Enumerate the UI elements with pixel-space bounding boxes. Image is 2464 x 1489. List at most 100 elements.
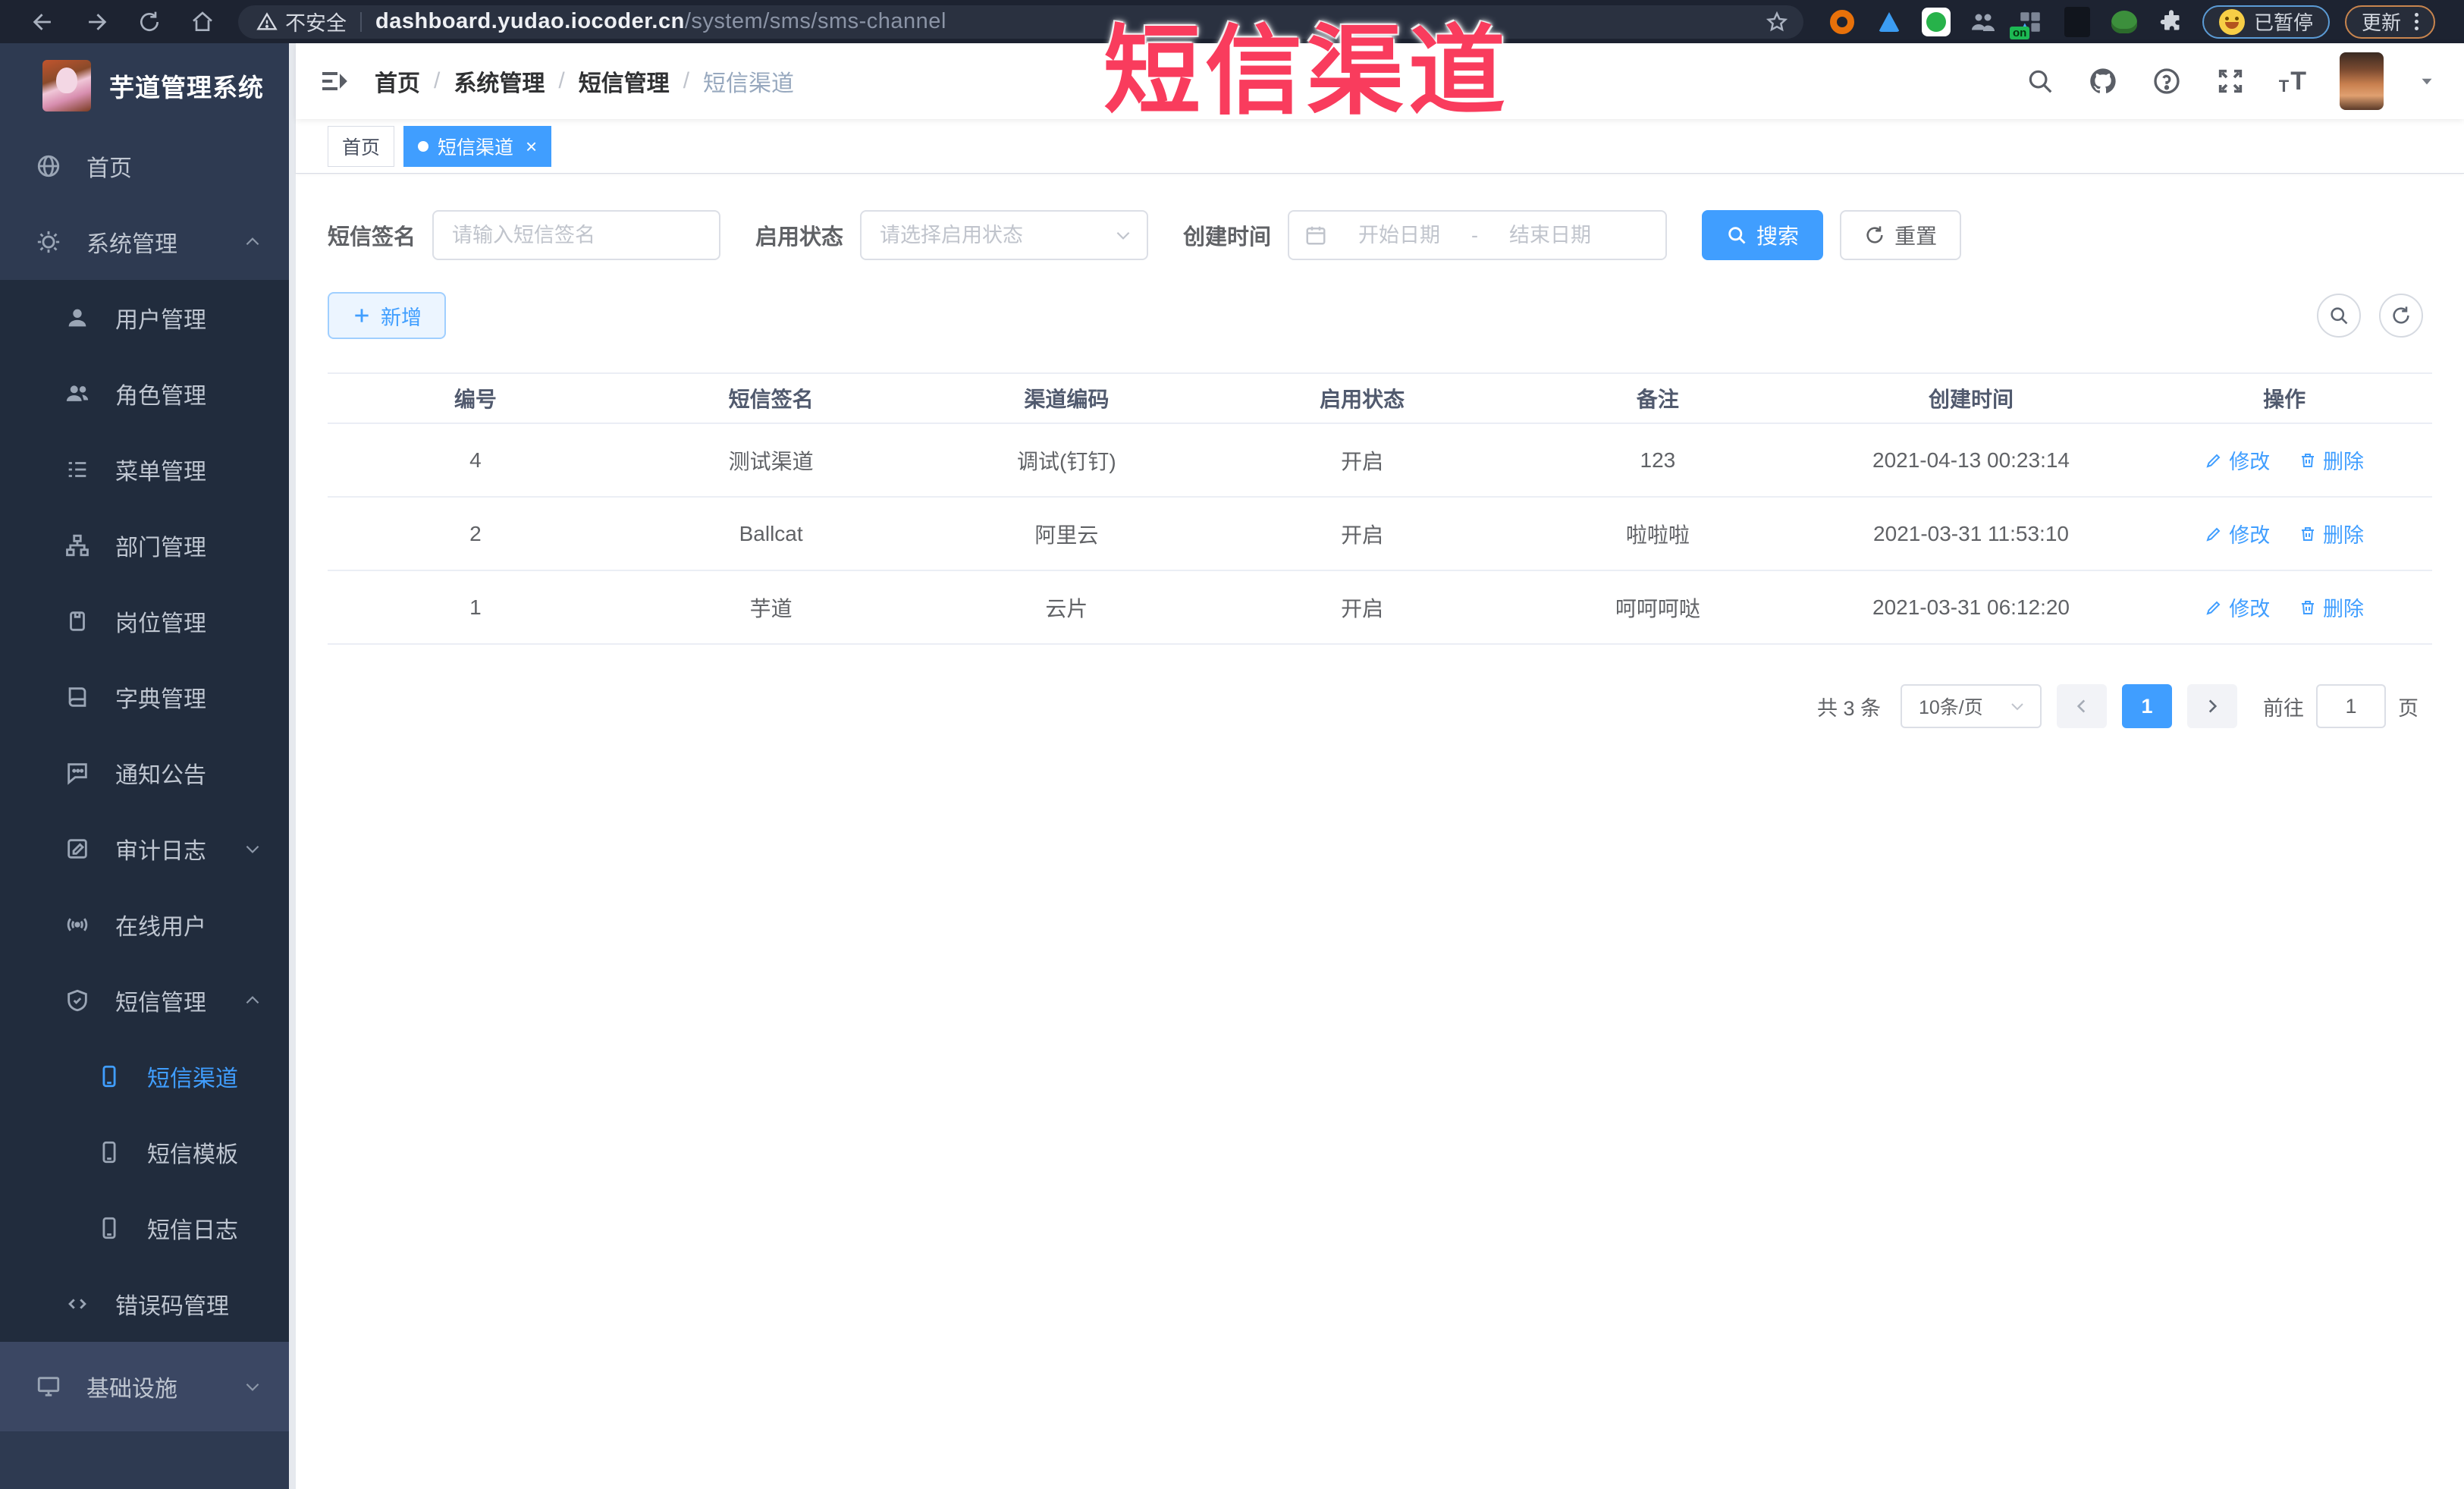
sidebar-item-notices[interactable]: 通知公告 [0,735,296,811]
sidebar-item-posts[interactable]: 岗位管理 [0,583,296,659]
sidebar-item-sms-log[interactable]: 短信日志 [0,1190,296,1266]
sidebar-item-online-users[interactable]: 在线用户 [0,887,296,963]
sidebar-item-departments[interactable]: 部门管理 [0,507,296,583]
extension-on-badge-icon[interactable]: on [2010,6,2046,39]
paused-extension-pill[interactable]: 已暂停 [2202,5,2331,39]
sidebar-menu: 首页 系统管理 用户管理 角色管理 菜单管理 部门管理 岗位管理 字典管理 通知… [0,128,296,1489]
next-page-button[interactable] [2187,684,2237,728]
sidebar-item-infrastructure[interactable]: 基础设施 [0,1342,296,1431]
page-size-select[interactable] [1901,684,2042,728]
table-row[interactable]: 1 芋道 云片 开启 呵呵呵哒 2021-03-31 06:12:20 修改 删… [328,571,2432,645]
page-size-value[interactable] [1901,684,2042,728]
tree-icon [64,532,91,559]
add-button[interactable]: 新增 [328,292,446,339]
browser-home-icon[interactable] [179,5,226,39]
tab-home[interactable]: 首页 [328,125,395,167]
edit-link[interactable]: 修改 [2205,445,2270,475]
date-range-picker[interactable]: - [1288,210,1668,260]
breadcrumb: 首页 / 系统管理 / 短信管理 / 短信渠道 [375,64,794,98]
chevron-left-icon [2076,699,2086,713]
breadcrumb-system[interactable]: 系统管理 [454,64,545,98]
browser-back-icon[interactable] [20,5,67,39]
sidebar-item-sms-channel[interactable]: 短信渠道 [0,1038,296,1114]
sidebar-item-menus[interactable]: 菜单管理 [0,432,296,507]
url-text[interactable]: dashboard.yudao.iocoder.cn/system/sms/sm… [375,9,946,34]
plus-icon [355,309,369,322]
update-label: 更新 [2362,11,2402,34]
sidebar-item-label: 短信渠道 [147,1066,238,1092]
prev-page-button[interactable] [2057,684,2107,728]
enable-status-select-input[interactable] [860,210,1149,260]
hamburger-icon[interactable] [319,66,349,96]
extension-people-icon[interactable] [1967,6,1999,38]
browser-extensions: on 已暂停 更新 [1826,5,2436,39]
page-1-button[interactable]: 1 [2122,684,2172,728]
cell-time: 2021-03-31 11:53:10 [1873,521,2069,545]
table-row[interactable]: 4 测试渠道 调试(钉钉) 开启 123 2021-04-13 00:23:14… [328,424,2432,498]
toggle-search-button[interactable] [2317,294,2361,338]
search-button[interactable]: 搜索 [1702,210,1824,260]
search-icon[interactable] [2026,67,2054,96]
sidebar-scrollbar[interactable] [289,43,296,1489]
message-icon [64,759,91,787]
delete-link[interactable]: 删除 [2299,519,2364,548]
table-row[interactable]: 2 Ballcat 阿里云 开启 啦啦啦 2021-03-31 11:53:10… [328,498,2432,571]
browser-toolbar: 不安全 dashboard.yudao.iocoder.cn/system/sm… [0,0,2464,43]
security-warning[interactable]: 不安全 [256,7,347,36]
user-avatar[interactable] [2340,52,2384,110]
sms-channel-table: 编号 短信签名 渠道编码 启用状态 备注 创建时间 操作 4 测试渠道 调试(钉… [328,372,2432,645]
extension-green-circle-icon[interactable] [1920,6,1952,38]
reset-button[interactable]: 重置 [1840,210,1962,260]
edit-link[interactable]: 修改 [2205,519,2270,548]
sidebar-item-home[interactable]: 首页 [0,128,296,204]
extension-orange-icon[interactable] [1826,6,1858,38]
sidebar-item-users[interactable]: 用户管理 [0,280,296,356]
browser-menu-icon[interactable] [2415,13,2419,30]
breadcrumb-home[interactable]: 首页 [375,64,420,98]
fullscreen-icon[interactable] [2215,66,2246,96]
sms-sign-input[interactable] [432,210,721,260]
browser-reload-icon[interactable] [126,5,173,39]
goto-page-input[interactable] [2316,684,2386,728]
app-logo-row[interactable]: 芋道管理系统 [0,43,296,128]
delete-link[interactable]: 删除 [2299,592,2364,622]
update-browser-pill[interactable]: 更新 [2345,5,2436,39]
enable-status-select[interactable] [860,210,1149,260]
breadcrumb-sms[interactable]: 短信管理 [579,64,670,98]
tags-view: 首页 短信渠道 × [296,119,2464,174]
browser-forward-icon[interactable] [73,5,120,39]
extension-frog-icon[interactable] [2108,6,2140,38]
delete-link[interactable]: 删除 [2299,445,2364,475]
sidebar-item-error-codes[interactable]: 错误码管理 [0,1266,296,1342]
sidebar-item-label: 字典管理 [115,687,206,712]
github-icon[interactable] [2088,66,2118,96]
font-size-icon[interactable]: TT [2279,67,2306,96]
tab-sms-channel[interactable]: 短信渠道 × [403,125,552,167]
phone-icon [96,1063,123,1090]
start-date-input[interactable] [1335,223,1464,247]
calendar-icon [1306,226,1326,245]
end-date-input[interactable] [1486,223,1615,247]
warning-triangle-icon [256,11,278,30]
search-icon [2331,307,2348,325]
sidebar-item-audit-log[interactable]: 审计日志 [0,811,296,887]
sidebar-item-sms[interactable]: 短信管理 [0,963,296,1038]
extension-drop-icon[interactable] [1873,6,1905,38]
bookmark-star-icon[interactable] [1766,11,1788,33]
address-bar[interactable]: 不安全 dashboard.yudao.iocoder.cn/system/sm… [238,5,1803,39]
help-icon[interactable] [2152,66,2182,96]
sidebar-item-roles[interactable]: 角色管理 [0,356,296,432]
sidebar-item-dictionary[interactable]: 字典管理 [0,659,296,735]
cell-sign: Ballcat [739,521,803,545]
close-tab-icon[interactable]: × [526,137,537,156]
sidebar-item-label: 短信模板 [147,1142,238,1167]
refresh-table-button[interactable] [2379,294,2423,338]
extensions-puzzle-icon[interactable] [2155,6,2187,38]
sidebar-item-sms-template[interactable]: 短信模板 [0,1114,296,1190]
extension-dark-icon[interactable] [2061,6,2093,38]
sidebar-item-system[interactable]: 系统管理 [0,204,296,280]
cell-remark: 123 [1640,448,1676,472]
navbar-actions: TT [2026,52,2437,110]
edit-link[interactable]: 修改 [2205,592,2270,622]
avatar-caret-down-icon[interactable] [2417,71,2437,91]
